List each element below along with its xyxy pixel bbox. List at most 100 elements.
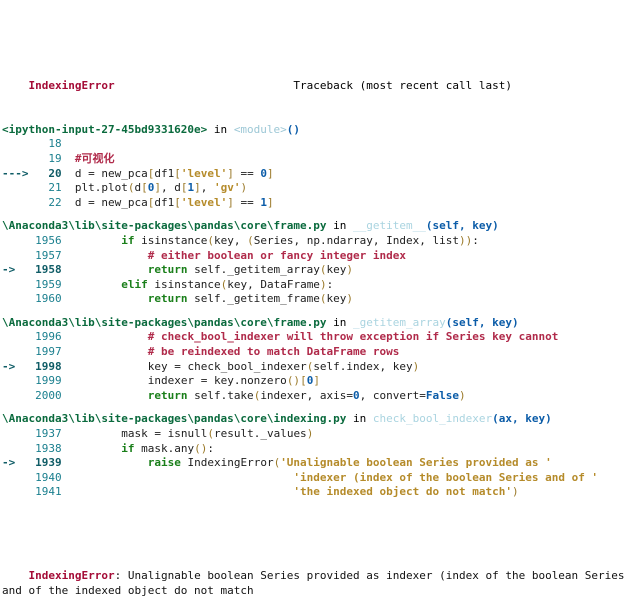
current-line-arrow-icon: ---> (2, 166, 36, 180)
frame-file-path: \Anaconda3\lib\site-packages\pandas\core… (2, 315, 327, 329)
code-line: 22 d = new_pca[df1['level'] == 1] (2, 196, 625, 211)
code-line-number: 21 (35, 181, 62, 195)
code-token: () (194, 441, 208, 455)
code-line: 1956 if isinstance(key, (Series, np.ndar… (2, 234, 625, 249)
code-line-number: 1940 (35, 470, 62, 484)
code-token: 'the indexed object do not match' (293, 485, 512, 499)
code-token: , d (160, 181, 181, 195)
line-gutter-spacer (2, 292, 35, 305)
code-token: return (147, 263, 195, 277)
exception-name-bottom: IndexingError (28, 569, 115, 583)
code-token: return (147, 292, 195, 306)
frame-in-keyword: in (346, 412, 373, 426)
code-line-number: 1997 (35, 345, 62, 359)
code-token: ] (194, 181, 201, 195)
line-gutter-spacer (2, 278, 35, 291)
line-gutter-spacer (2, 374, 35, 387)
line-gutter-spacer (2, 345, 35, 358)
code-token: indexer (147, 374, 201, 388)
code-token: = (174, 359, 181, 373)
code-token: , convert (359, 388, 420, 402)
code-token: d (74, 166, 89, 180)
frame-function-name: _getitem_array (353, 315, 446, 329)
frame-function-args: () (286, 122, 301, 136)
code-token: = (88, 195, 95, 209)
code-token: ) (346, 292, 354, 306)
code-token: 'Unalignable boolean Series provided as … (280, 456, 552, 470)
code-token: ) (319, 277, 327, 291)
code-token: )) (459, 233, 473, 247)
code-token: key (326, 292, 347, 306)
code-token: list (432, 233, 460, 247)
frame-gap (2, 307, 625, 316)
code-line: 1960 return self._getitem_frame(key) (2, 292, 625, 307)
code-token: raise (147, 456, 188, 470)
code-token: 'gv' (213, 181, 241, 195)
code-token: indexer, axis (260, 388, 347, 402)
code-line: 19 #可视化 (2, 152, 625, 167)
code-line: 1997 # be reindexed to match DataFrame r… (2, 345, 625, 360)
code-token: # either boolean or fancy integer index (147, 248, 406, 262)
code-line-number: 1960 (35, 292, 62, 306)
code-token: ( (207, 233, 214, 247)
line-gutter-spacer (2, 152, 35, 165)
frame-function-args: (ax, key) (492, 412, 552, 426)
code-token: result._values (213, 427, 307, 441)
traceback-header: IndexingError Traceback (most recent cal… (2, 64, 625, 92)
code-token: return (147, 388, 195, 402)
code-line: 1959 elif isinstance(key, DataFrame): (2, 278, 625, 293)
code-token: = (419, 388, 426, 402)
code-line-number: 1937 (35, 427, 62, 441)
code-line-number: 1956 (35, 233, 62, 247)
code-line-number: 19 (35, 151, 62, 165)
code-line-number: 18 (35, 137, 62, 151)
code-token: , (200, 181, 214, 195)
code-token: # be reindexed to match DataFrame rows (147, 345, 400, 359)
code-token: ) (346, 263, 354, 277)
code-token: key, DataFrame (227, 277, 320, 291)
code-line: 1996 # check_bool_indexer will throw exc… (2, 330, 625, 345)
line-gutter-spacer (2, 181, 35, 194)
code-token: key, (213, 233, 248, 247)
code-token: mask (121, 427, 155, 441)
code-token: 0 (353, 388, 360, 402)
code-token: ] (266, 195, 274, 209)
code-line: -> 1939 raise IndexingError('Unalignable… (2, 456, 625, 471)
code-line-number: 22 (35, 195, 62, 209)
line-gutter-spacer (2, 196, 35, 209)
frame-location-line: \Anaconda3\lib\site-packages\pandas\core… (2, 412, 625, 427)
code-token: new_pca (94, 166, 148, 180)
code-line: 1937 mask = isnull(result._values) (2, 427, 625, 442)
current-line-arrow-icon: -> (2, 456, 36, 470)
code-line: -> 1998 key = check_bool_indexer(self.in… (2, 360, 625, 375)
code-token: 'indexer (index of the boolean Series an… (293, 470, 599, 484)
code-line-number: 1996 (35, 330, 62, 344)
line-gutter-spacer (2, 485, 35, 498)
code-token: ( (319, 292, 327, 306)
code-line-number: 1941 (35, 485, 62, 499)
code-token: 0 (260, 166, 267, 180)
code-token: key (326, 263, 347, 277)
code-token: #可视化 (74, 151, 115, 165)
code-line-number: 1958 (35, 263, 62, 277)
frame-gap (2, 210, 625, 219)
code-token: plt.plot (74, 181, 128, 195)
exception-separator: : (114, 569, 128, 583)
code-token: ) (412, 359, 420, 373)
code-line: -> 1958 return self._getitem_array(key) (2, 263, 625, 278)
exception-name-top: IndexingError (28, 78, 115, 92)
frame-in-keyword: in (207, 122, 234, 136)
